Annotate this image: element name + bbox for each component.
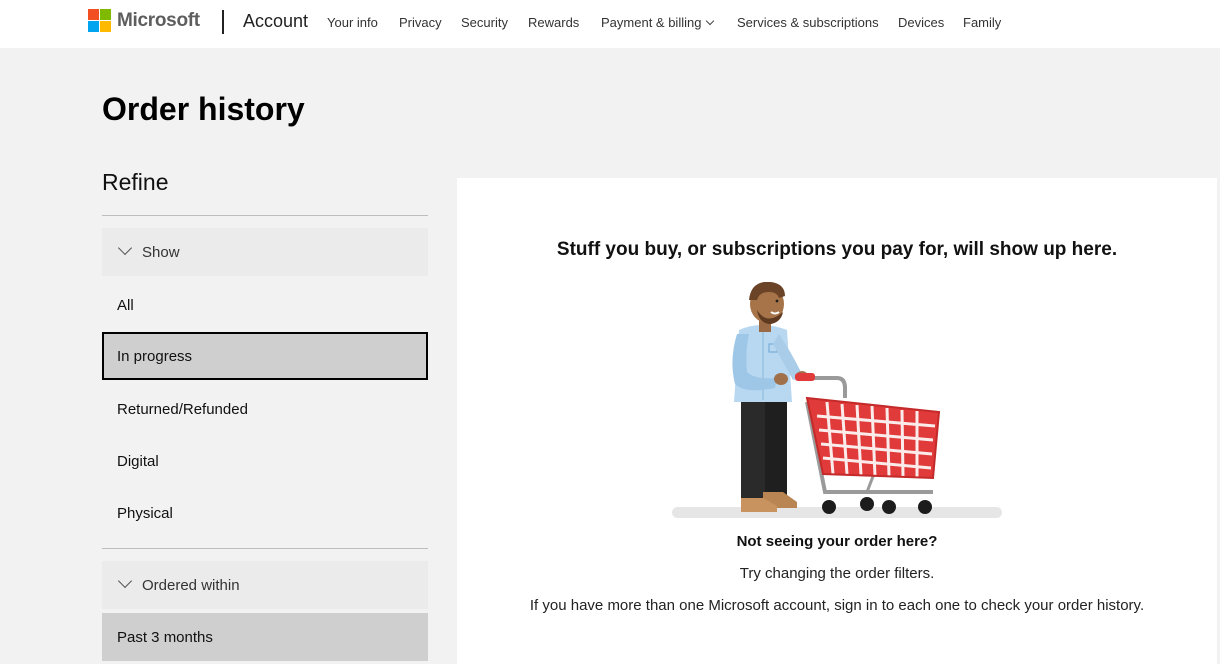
nav-rewards[interactable]: Rewards [528,15,579,30]
order-history-empty-card: Stuff you buy, or subscriptions you pay … [457,178,1217,664]
account-title[interactable]: Account [243,11,308,32]
microsoft-logo[interactable]: Microsoft [88,9,200,32]
filter-option-all[interactable]: All [102,281,428,329]
empty-state-heading: Stuff you buy, or subscriptions you pay … [556,239,1118,260]
filter-option-past-3-months[interactable]: Past 3 months [102,613,428,661]
chevron-down-icon [706,16,715,26]
nav-payment-billing[interactable]: Payment & billing [601,15,715,30]
filter-option-digital[interactable]: Digital [102,437,428,485]
nav-services-subscriptions[interactable]: Services & subscriptions [737,15,879,30]
nav-devices[interactable]: Devices [898,15,944,30]
nav-privacy[interactable]: Privacy [399,15,442,30]
show-filter-header[interactable]: Show [102,228,428,276]
filter-option-returned-refunded[interactable]: Returned/Refunded [102,385,428,433]
filter-option-in-progress[interactable]: In progress [102,332,428,380]
page-title: Order history [102,91,305,127]
chevron-down-icon [117,573,133,589]
nav-your-info[interactable]: Your info [327,15,378,30]
filter-option-physical[interactable]: Physical [102,489,428,537]
not-seeing-order-heading: Not seeing your order here? [736,533,938,550]
refine-title: Refine [102,169,169,195]
refine-divider [102,548,428,549]
ordered-within-filter-header[interactable]: Ordered within [102,561,428,609]
try-changing-filters-text: Try changing the order filters. [739,565,935,582]
nav-family[interactable]: Family [963,15,1001,30]
show-filter-label: Show [142,243,180,261]
chevron-down-icon [117,240,133,256]
shopping-cart-illustration [672,282,1002,518]
refine-divider [102,215,428,216]
ordered-within-label: Ordered within [142,576,240,594]
microsoft-logo-icon [88,9,111,32]
nav-security[interactable]: Security [461,15,508,30]
multiple-accounts-text: If you have more than one Microsoft acco… [529,597,1145,614]
microsoft-wordmark: Microsoft [117,9,200,31]
nav-payment-billing-label: Payment & billing [601,15,702,30]
top-nav-bar: Microsoft Account Your info Privacy Secu… [0,0,1220,48]
header-divider [222,10,224,34]
